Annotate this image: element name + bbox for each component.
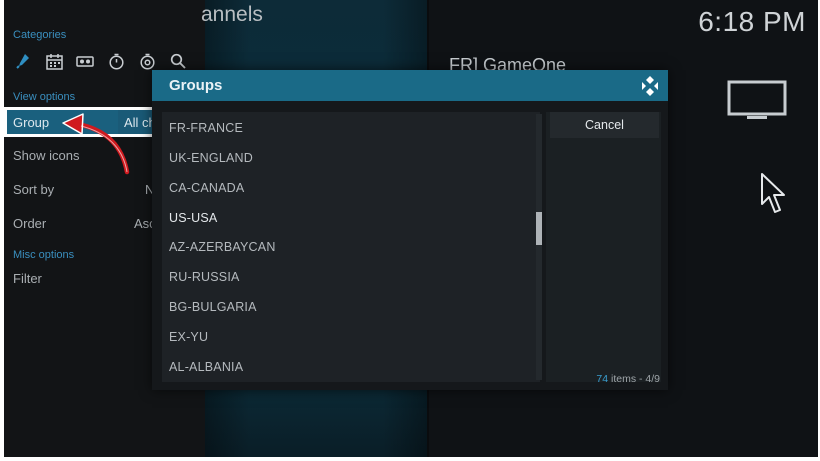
order-option[interactable]: Order bbox=[13, 216, 46, 231]
group-option-label: Group bbox=[13, 115, 50, 130]
list-item[interactable]: AZ-AZERBAYCAN bbox=[169, 240, 276, 254]
kodi-logo-icon bbox=[639, 75, 661, 102]
list-item-focused[interactable]: US-USA bbox=[169, 211, 217, 225]
ticket-icon[interactable] bbox=[76, 52, 94, 70]
brush-icon[interactable] bbox=[14, 52, 32, 70]
mouse-cursor-icon bbox=[760, 172, 790, 221]
page-title: annels bbox=[201, 3, 263, 26]
item-count-page: items - 4/9 bbox=[608, 373, 660, 385]
filter-option[interactable]: Filter bbox=[13, 271, 42, 286]
tv-icon bbox=[727, 80, 787, 127]
list-scrollbar[interactable] bbox=[536, 114, 542, 380]
timer-alt-icon[interactable] bbox=[138, 52, 156, 70]
list-item[interactable]: AL-ALBANIA bbox=[169, 360, 243, 374]
dialog-side-panel bbox=[546, 112, 661, 382]
scrollbar-thumb[interactable] bbox=[536, 212, 542, 245]
item-count-number: 74 bbox=[596, 373, 609, 385]
cancel-button[interactable]: Cancel bbox=[550, 112, 659, 138]
list-item[interactable]: BG-BULGARIA bbox=[169, 300, 257, 314]
list-item[interactable]: FR-FRANCE bbox=[169, 121, 243, 135]
timer-icon[interactable] bbox=[107, 52, 125, 70]
list-item[interactable]: CA-CANADA bbox=[169, 181, 244, 195]
list-item[interactable]: RU-RUSSIA bbox=[169, 270, 240, 284]
dialog-title: Groups bbox=[169, 77, 223, 94]
calendar-icon[interactable] bbox=[45, 52, 63, 70]
categories-heading: Categories bbox=[13, 29, 67, 41]
annotation-arrow-icon bbox=[55, 110, 140, 185]
misc-options-heading: Misc options bbox=[13, 249, 75, 261]
list-item[interactable]: EX-YU bbox=[169, 330, 208, 344]
list-item[interactable]: UK-ENGLAND bbox=[169, 151, 253, 165]
sort-by-option[interactable]: Sort by bbox=[13, 182, 54, 197]
dialog-header: Groups bbox=[152, 70, 668, 101]
item-count: 74 items - 4/9 bbox=[596, 373, 660, 385]
clock: 6:18 PM bbox=[698, 6, 806, 37]
groups-list: FR-FRANCE UK-ENGLAND CA-CANADA US-USA AZ… bbox=[162, 112, 540, 382]
search-icon[interactable] bbox=[169, 52, 187, 70]
groups-dialog: Groups FR-FRANCE UK-ENGLAND CA-CANADA US… bbox=[152, 70, 668, 390]
view-options-heading: View options bbox=[13, 91, 76, 103]
category-icons bbox=[14, 52, 187, 70]
